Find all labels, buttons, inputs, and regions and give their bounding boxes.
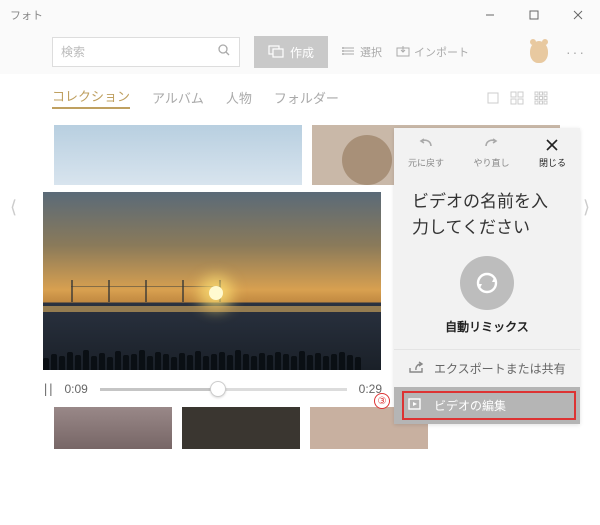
minimize-button[interactable] — [468, 0, 512, 30]
select-label: 選択 — [360, 44, 382, 60]
video-edit-icon — [408, 397, 424, 414]
next-arrow[interactable]: ⟩ — [583, 197, 590, 218]
create-button[interactable]: 作成 — [254, 36, 328, 68]
import-button[interactable]: インポート — [396, 44, 469, 60]
select-button[interactable]: 選択 — [342, 44, 382, 60]
tab-folder[interactable]: フォルダー — [274, 88, 339, 107]
more-button[interactable]: ··· — [562, 44, 590, 60]
export-share-button[interactable]: エクスポートまたは共有 — [394, 350, 580, 387]
import-label: インポート — [414, 44, 469, 60]
search-input[interactable] — [61, 45, 217, 59]
close-label: 閉じる — [539, 156, 566, 169]
undo-label: 元に戻す — [408, 156, 444, 169]
close-panel-button[interactable]: 閉じる — [539, 138, 566, 169]
export-label: エクスポートまたは共有 — [434, 360, 566, 377]
side-panel: 元に戻す やり直し 閉じる ビデオの名前を入 力してください 自動リミックス エ… — [394, 128, 580, 424]
thumbnail[interactable] — [54, 407, 172, 449]
app-title: フォト — [0, 7, 468, 23]
maximize-button[interactable] — [512, 0, 556, 30]
search-box[interactable] — [52, 37, 240, 67]
undo-icon — [417, 138, 435, 154]
redo-button[interactable]: やり直し — [473, 138, 509, 169]
panel-actions: エクスポートまたは共有 ③ ビデオの編集 — [394, 349, 580, 424]
video-player: || 0:09 0:29 — [42, 191, 382, 397]
close-window-button[interactable] — [556, 0, 600, 30]
create-label: 作成 — [290, 44, 314, 61]
seek-slider[interactable] — [100, 381, 347, 397]
tab-people[interactable]: 人物 — [226, 88, 252, 107]
tab-collection[interactable]: コレクション — [52, 86, 130, 109]
prev-arrow[interactable]: ⟨ — [10, 197, 17, 218]
remix-icon — [460, 256, 514, 310]
edit-video-label: ビデオの編集 — [434, 397, 506, 414]
toolbar: 作成 選択 インポート ··· — [0, 30, 600, 74]
redo-label: やり直し — [473, 156, 509, 169]
edit-video-button[interactable]: ③ ビデオの編集 — [394, 387, 580, 424]
titlebar: フォト — [0, 0, 600, 30]
close-icon — [545, 138, 559, 154]
import-icon — [396, 45, 410, 60]
undo-button[interactable]: 元に戻す — [408, 138, 444, 169]
tabs: コレクション アルバム 人物 フォルダー — [0, 74, 600, 117]
pause-button[interactable]: || — [42, 382, 52, 396]
remix-label: 自動リミックス — [445, 318, 529, 335]
panel-header: 元に戻す やり直し 閉じる — [394, 128, 580, 173]
select-icon — [342, 45, 356, 60]
playback-controls: || 0:09 0:29 — [42, 381, 382, 397]
search-icon — [217, 43, 231, 62]
tab-album[interactable]: アルバム — [152, 88, 204, 107]
view-mode-icons — [486, 91, 548, 105]
view-grid2-icon[interactable] — [510, 91, 524, 105]
callout-badge: ③ — [374, 393, 390, 409]
view-grid3-icon[interactable] — [534, 91, 548, 105]
redo-icon — [482, 138, 500, 154]
bear-avatar[interactable] — [530, 41, 548, 63]
auto-remix[interactable]: 自動リミックス — [394, 250, 580, 349]
share-icon — [408, 360, 424, 377]
create-icon — [268, 44, 284, 61]
seek-knob[interactable] — [210, 381, 226, 397]
view-single-icon[interactable] — [486, 91, 500, 105]
thumbnail[interactable] — [54, 125, 302, 185]
thumbnail[interactable] — [182, 407, 300, 449]
current-time: 0:09 — [64, 382, 87, 396]
panel-title: ビデオの名前を入 力してください — [394, 173, 580, 250]
video-frame[interactable] — [42, 191, 382, 371]
